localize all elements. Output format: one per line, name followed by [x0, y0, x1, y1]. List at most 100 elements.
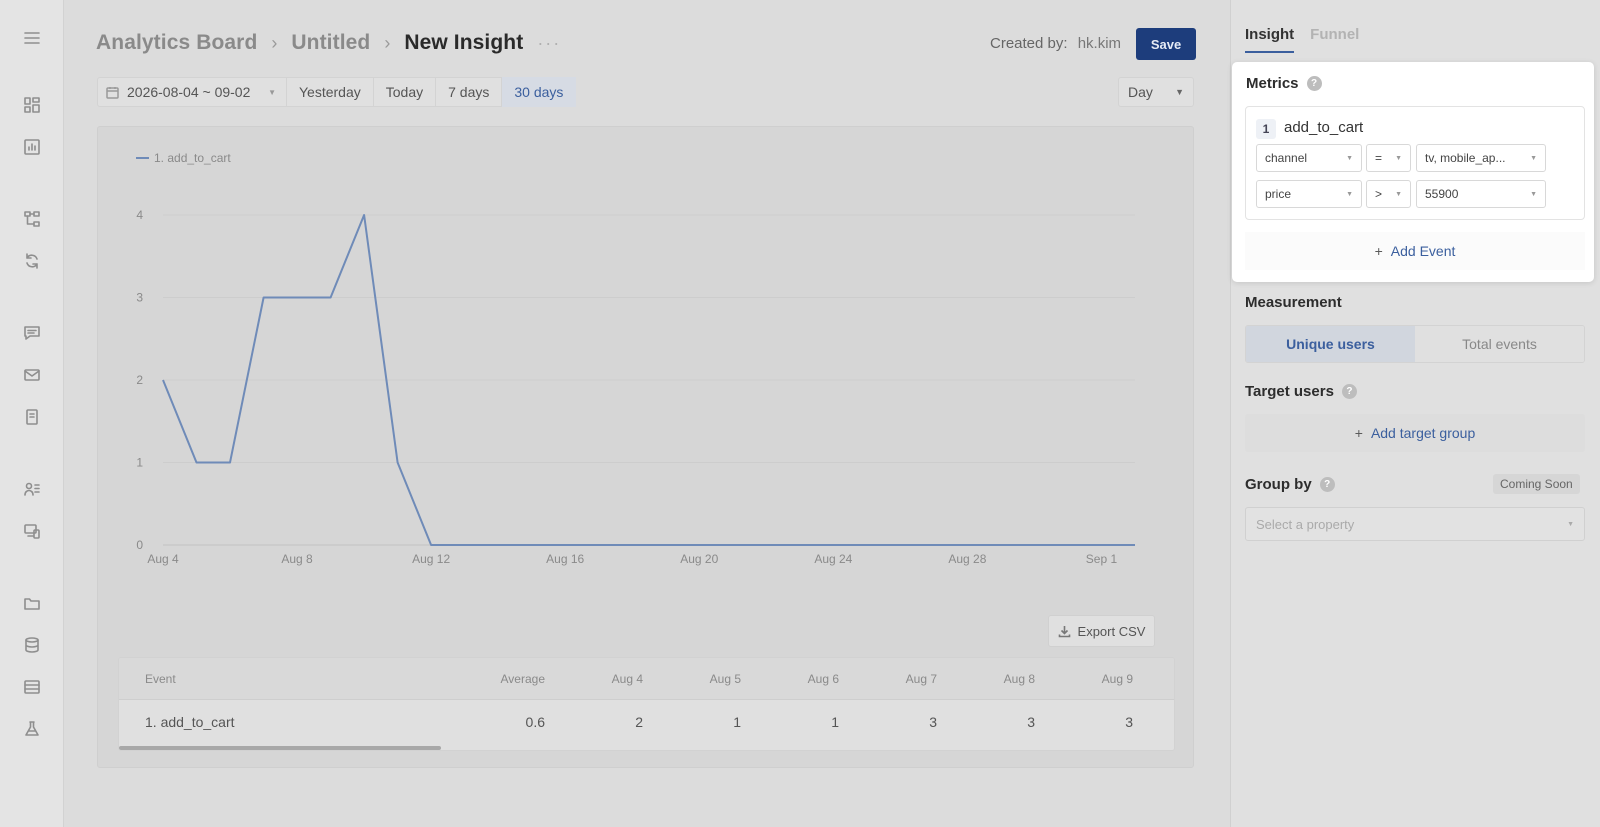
filter-operator-select[interactable]: = ▼ [1366, 144, 1411, 172]
table-cell: 3 [1027, 714, 1035, 730]
filter-property-select[interactable]: price ▼ [1256, 180, 1362, 208]
unique-users-option[interactable]: Unique users [1246, 326, 1415, 362]
flask-icon[interactable] [20, 717, 44, 741]
data-point[interactable] [428, 542, 434, 548]
filter-value-select[interactable]: 55900 ▼ [1416, 180, 1546, 208]
tab-insight[interactable]: Insight [1245, 26, 1295, 53]
table-header-cell: Aug 7 [905, 671, 937, 686]
data-point[interactable] [194, 460, 200, 466]
data-point[interactable] [361, 212, 367, 218]
database-icon[interactable] [20, 633, 44, 657]
breadcrumb-separator: › [271, 32, 278, 53]
data-point[interactable] [596, 542, 602, 548]
data-point[interactable] [462, 542, 468, 548]
range-yesterday-button[interactable]: Yesterday [287, 77, 374, 107]
coming-soon-badge: Coming Soon [1493, 474, 1580, 494]
add-event-button[interactable]: + Add Event [1245, 232, 1585, 270]
table-header-cell: Aug 6 [807, 671, 839, 686]
caret-down-icon: ▼ [1395, 190, 1402, 198]
filter-operator-value: = [1375, 151, 1383, 165]
icon-rail [0, 0, 64, 827]
created-by-user: hk.kim [1077, 35, 1122, 52]
data-point[interactable] [629, 542, 635, 548]
y-tick-label: 2 [136, 373, 143, 387]
date-range-picker[interactable]: 2026-08-04 ~ 09-02 ▼ [97, 77, 287, 107]
filter-value: tv, mobile_ap... [1425, 151, 1506, 165]
table-row[interactable]: 1. add_to_cart 0.6 2 1 1 3 3 3 [119, 700, 1174, 744]
data-point[interactable] [730, 542, 736, 548]
event-name[interactable]: add_to_cart [1284, 119, 1363, 136]
folder-icon[interactable] [20, 591, 44, 615]
total-events-option[interactable]: Total events [1415, 326, 1584, 362]
range-7-days-button[interactable]: 7 days [436, 77, 503, 107]
data-point[interactable] [964, 542, 970, 548]
dashboard-icon[interactable] [20, 93, 44, 117]
data-point[interactable] [663, 542, 669, 548]
data-point[interactable] [1098, 542, 1104, 548]
data-point[interactable] [395, 460, 401, 466]
data-point[interactable] [830, 542, 836, 548]
help-icon[interactable]: ? [1341, 384, 1357, 399]
table-cell: 1 [733, 714, 741, 730]
range-30-days-button[interactable]: 30 days [502, 77, 577, 107]
data-point[interactable] [529, 542, 535, 548]
flow-icon[interactable] [20, 207, 44, 231]
save-button[interactable]: Save [1136, 28, 1196, 60]
data-point[interactable] [864, 542, 870, 548]
filter-property-select[interactable]: channel ▼ [1256, 144, 1362, 172]
data-point[interactable] [1132, 542, 1138, 548]
document-icon[interactable] [20, 405, 44, 429]
data-point[interactable] [1065, 542, 1071, 548]
data-point[interactable] [328, 295, 334, 301]
data-point[interactable] [897, 542, 903, 548]
measurement-title: Measurement [1245, 294, 1342, 311]
table-header-cell: Aug 9 [1101, 671, 1133, 686]
insight-panel: Insight Funnel Metrics ? 1 add_to_cart c… [1230, 0, 1600, 827]
menu-icon[interactable] [20, 26, 44, 50]
table-cell-event: 1. add_to_cart [145, 714, 235, 730]
created-by-label: Created by: [990, 35, 1068, 52]
caret-down-icon: ▼ [1567, 520, 1574, 528]
more-options-icon[interactable]: ··· [537, 33, 561, 54]
data-point[interactable] [998, 542, 1004, 548]
range-today-button[interactable]: Today [373, 77, 437, 107]
message-icon[interactable] [20, 321, 44, 345]
x-tick-label: Aug 24 [814, 552, 852, 566]
x-tick-label: Aug 12 [412, 552, 450, 566]
devices-icon[interactable] [20, 519, 44, 543]
tab-funnel[interactable]: Funnel [1310, 26, 1359, 53]
refresh-icon[interactable] [20, 249, 44, 273]
group-by-property-select[interactable]: Select a property ▼ [1245, 507, 1585, 541]
data-point[interactable] [160, 377, 166, 383]
group-by-title-text: Group by [1245, 476, 1312, 493]
users-list-icon[interactable] [20, 477, 44, 501]
horizontal-scrollbar[interactable] [119, 746, 441, 750]
filter-operator-select[interactable]: > ▼ [1366, 180, 1411, 208]
data-point[interactable] [1031, 542, 1037, 548]
report-icon[interactable] [20, 135, 44, 159]
add-target-group-button[interactable]: + Add target group [1245, 414, 1585, 452]
filter-value-select[interactable]: tv, mobile_ap... ▼ [1416, 144, 1546, 172]
data-point[interactable] [696, 542, 702, 548]
interval-select[interactable]: Day ▼ [1118, 77, 1194, 107]
breadcrumb-analytics-board[interactable]: Analytics Board [96, 31, 257, 55]
page-title[interactable]: New Insight [404, 31, 523, 55]
data-point[interactable] [931, 542, 937, 548]
help-icon[interactable]: ? [1306, 76, 1322, 91]
date-toolbar: 2026-08-04 ~ 09-02 ▼ Yesterday Today 7 d… [97, 77, 577, 107]
data-point[interactable] [261, 295, 267, 301]
data-point[interactable] [763, 542, 769, 548]
data-point[interactable] [294, 295, 300, 301]
help-icon[interactable]: ? [1319, 477, 1335, 492]
data-point[interactable] [797, 542, 803, 548]
table-icon[interactable] [20, 675, 44, 699]
data-point[interactable] [495, 542, 501, 548]
data-point[interactable] [562, 542, 568, 548]
x-tick-label: Aug 4 [147, 552, 179, 566]
filter-property-value: channel [1265, 151, 1308, 165]
export-csv-button[interactable]: Export CSV [1048, 615, 1155, 647]
data-point[interactable] [227, 460, 233, 466]
table-header-cell: Aug 8 [1003, 671, 1035, 686]
breadcrumb-untitled[interactable]: Untitled [291, 31, 370, 55]
mail-icon[interactable] [20, 363, 44, 387]
